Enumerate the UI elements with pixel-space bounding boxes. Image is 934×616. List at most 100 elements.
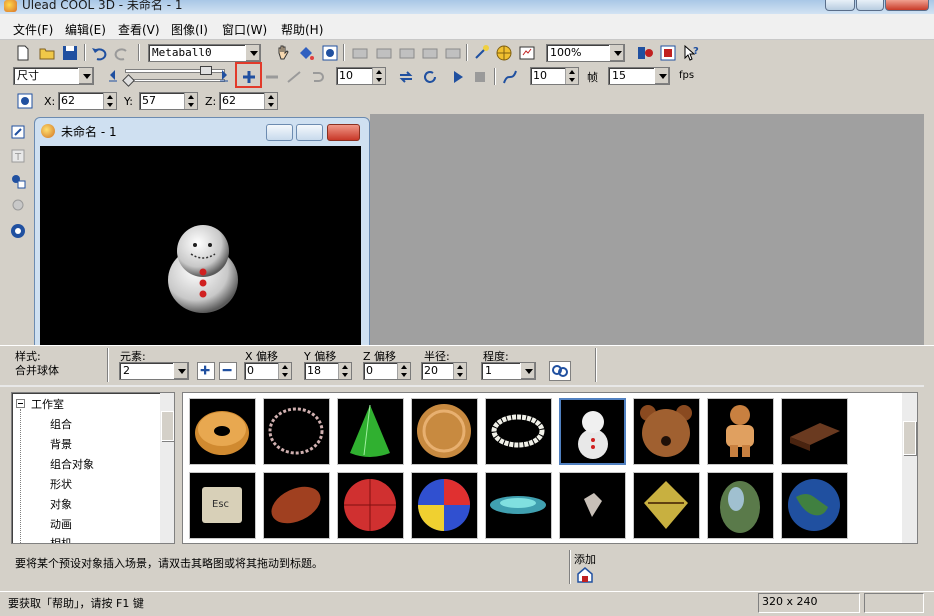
keyframe-marker[interactable] (122, 74, 135, 87)
thumbnail-chocolate[interactable] (781, 398, 848, 465)
loop-button[interactable] (396, 67, 416, 87)
hand-tool-button[interactable] (273, 43, 293, 63)
close-button[interactable] (885, 0, 929, 11)
gallery-scroll-thumb[interactable] (903, 421, 916, 455)
total-frames-spinner[interactable]: 10 (530, 67, 579, 85)
globe-button[interactable] (494, 43, 514, 63)
thumbnail-donut[interactable] (189, 398, 256, 465)
tree-item-background[interactable]: 背景 (50, 436, 72, 452)
radius-spinner[interactable]: 20 (421, 362, 467, 380)
element-select[interactable]: 2 (119, 362, 189, 380)
spinner-arrows[interactable] (264, 93, 277, 109)
spinner-arrows[interactable] (565, 68, 578, 84)
thumbnail-gem[interactable] (559, 472, 626, 539)
thumbnail-football[interactable] (263, 472, 330, 539)
chevron-down-icon[interactable] (173, 363, 188, 379)
doc-maximize-button[interactable] (296, 124, 323, 141)
degree-select[interactable]: 1 (481, 362, 536, 380)
thumbnail-cookie[interactable] (411, 398, 478, 465)
collapse-icon[interactable] (16, 399, 25, 408)
tree-item-shape[interactable]: 形状 (50, 476, 72, 492)
play-button[interactable] (448, 67, 468, 87)
keyframe-track[interactable] (125, 79, 225, 82)
chevron-down-icon[interactable] (520, 363, 535, 379)
insert-shape-button[interactable] (8, 171, 28, 191)
object-select[interactable]: Metaball0 (148, 44, 261, 62)
spinner-arrows[interactable] (453, 363, 466, 379)
light-button[interactable] (471, 43, 491, 63)
render-button[interactable] (635, 43, 655, 63)
spinner-arrows[interactable] (372, 68, 385, 84)
last-frame-button[interactable] (214, 66, 234, 86)
x-coordinate-spinner[interactable]: 62 (58, 92, 117, 110)
category-tree[interactable]: 工作室 组合 背景 组合对象 形状 对象 动画 相机 (11, 392, 175, 544)
first-frame-button[interactable] (103, 66, 123, 86)
spinner-arrows[interactable] (278, 363, 291, 379)
ping-pong-button[interactable] (420, 67, 440, 87)
thumbnail-earth[interactable] (781, 472, 848, 539)
thumbnail-gingerbread[interactable] (707, 398, 774, 465)
tree-item-animation[interactable]: 动画 (50, 516, 72, 532)
x-offset-spinner[interactable]: 0 (244, 362, 292, 380)
thumbnail-disc[interactable] (485, 472, 552, 539)
chevron-down-icon[interactable] (78, 68, 93, 84)
tree-item-camera[interactable]: 相机 (50, 535, 72, 543)
open-file-button[interactable] (37, 43, 57, 63)
export-button[interactable] (658, 43, 678, 63)
fill-tool-button[interactable] (296, 43, 316, 63)
minimize-button[interactable] (825, 0, 855, 11)
chevron-down-icon[interactable] (245, 45, 260, 61)
thumbnail-snowman[interactable] (559, 398, 626, 465)
undo-button[interactable] (89, 43, 109, 63)
tree-item-composition[interactable]: 组合 (50, 416, 72, 432)
thumbnail-mask[interactable] (633, 472, 700, 539)
menu-window[interactable]: 窗口(W) (222, 21, 267, 38)
fps-select[interactable]: 15 (608, 67, 670, 85)
thumbnail-basketball[interactable] (337, 472, 404, 539)
thumbnail-ring[interactable] (263, 398, 330, 465)
zoom-select[interactable]: 100% (546, 44, 625, 62)
new-file-button[interactable] (13, 43, 33, 63)
gallery-scrollbar[interactable] (902, 393, 917, 543)
thumbnail-egg[interactable] (707, 472, 774, 539)
menu-edit[interactable]: 编辑(E) (65, 21, 106, 38)
menu-image[interactable]: 图像(I) (171, 21, 208, 38)
fit-object-button[interactable] (320, 43, 340, 63)
thumbnail-cone[interactable] (337, 398, 404, 465)
thumbnail-esc-key[interactable]: Esc (189, 472, 256, 539)
thumbnail-pearl-necklace[interactable] (485, 398, 552, 465)
timeline-slider-thumb[interactable] (200, 66, 212, 75)
spinner-arrows[interactable] (103, 93, 116, 109)
maximize-button[interactable] (856, 0, 884, 11)
z-coordinate-spinner[interactable]: 62 (219, 92, 278, 110)
save-button[interactable] (60, 43, 80, 63)
thumbnail-beach-ball[interactable] (411, 472, 478, 539)
link-button[interactable] (549, 361, 571, 381)
menu-file[interactable]: 文件(F) (13, 21, 53, 38)
insert-object-button[interactable] (8, 122, 28, 142)
context-help-button[interactable]: ? (681, 43, 701, 63)
current-frame-spinner[interactable]: 10 (336, 67, 386, 85)
tree-root-studio[interactable]: 工作室 (31, 396, 64, 412)
spinner-arrows[interactable] (397, 363, 410, 379)
tree-item-group-object[interactable]: 组合对象 (50, 456, 94, 472)
remove-element-button[interactable] (219, 362, 237, 380)
chevron-down-icon[interactable] (609, 45, 624, 61)
z-offset-spinner[interactable]: 0 (363, 362, 411, 380)
smooth-motion-button[interactable] (500, 67, 520, 87)
y-coordinate-spinner[interactable]: 57 (139, 92, 198, 110)
chevron-down-icon[interactable] (654, 68, 669, 84)
tree-item-object[interactable]: 对象 (50, 496, 72, 512)
spinner-arrows[interactable] (184, 93, 197, 109)
properties-button[interactable] (517, 43, 537, 63)
menu-view[interactable]: 查看(V) (118, 21, 160, 38)
tree-scrollbar[interactable] (160, 393, 174, 543)
doc-close-button[interactable] (327, 124, 360, 141)
doc-minimize-button[interactable] (266, 124, 293, 141)
spinner-arrows[interactable] (338, 363, 351, 379)
attribute-select[interactable]: 尺寸 (13, 67, 94, 85)
add-to-palette-button[interactable] (576, 566, 594, 583)
redo-button[interactable] (112, 43, 132, 63)
y-offset-spinner[interactable]: 18 (304, 362, 352, 380)
thumbnail-bear[interactable] (633, 398, 700, 465)
